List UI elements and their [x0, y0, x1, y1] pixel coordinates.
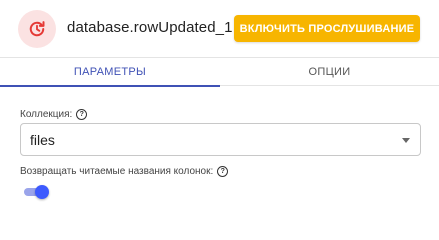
collection-select[interactable]: files [20, 123, 421, 156]
refresh-clock-icon [29, 21, 45, 37]
parameters-form: Коллекция: ? files Возвращать читаемые н… [0, 86, 439, 233]
collection-label-text: Коллекция: [20, 109, 73, 120]
node-name: database.rowUpdated_1 [67, 19, 233, 36]
collection-label: Коллекция: ? [20, 109, 88, 120]
node-header: database.rowUpdated_1 ВКЛЮЧИТЬ ПРОСЛУШИВ… [0, 0, 439, 57]
tab-options[interactable]: ОПЦИИ [220, 58, 439, 86]
trigger-icon-badge [18, 10, 56, 48]
tab-parameters[interactable]: ПАРАМЕТРЫ [0, 58, 220, 87]
readable-columns-toggle[interactable] [24, 185, 49, 199]
help-icon[interactable]: ? [76, 109, 88, 120]
readable-columns-label: Возвращать читаемые названия колонок: ? [20, 166, 229, 177]
enable-listening-button[interactable]: ВКЛЮЧИТЬ ПРОСЛУШИВАНИЕ [234, 15, 420, 42]
readable-columns-label-text: Возвращать читаемые названия колонок: [20, 166, 214, 177]
dropdown-arrow-icon [402, 138, 410, 143]
tab-bar: ПАРАМЕТРЫ ОПЦИИ [0, 57, 439, 87]
toggle-thumb [35, 185, 49, 199]
help-icon[interactable]: ? [217, 166, 229, 177]
collection-select-value: files [30, 132, 55, 148]
node-settings-panel: database.rowUpdated_1 ВКЛЮЧИТЬ ПРОСЛУШИВ… [0, 0, 439, 233]
